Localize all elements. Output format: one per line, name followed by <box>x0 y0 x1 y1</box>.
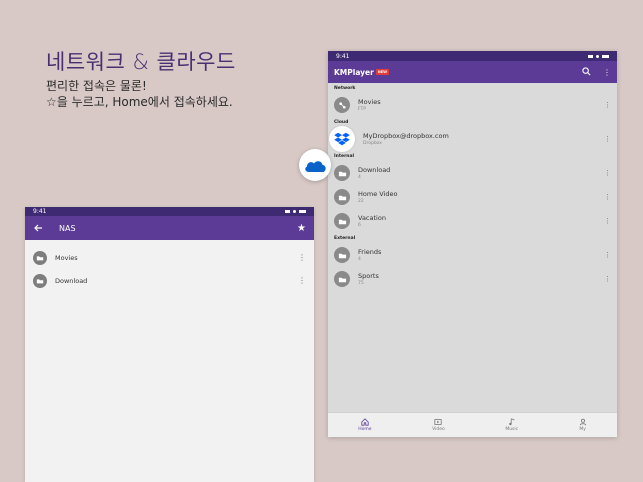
more-options-icon[interactable]: ⋮ <box>604 217 611 225</box>
list-item-title: Movies <box>358 98 381 106</box>
promo-subtitle-line2: ☆을 누르고, Home에서 접속하세요. <box>46 95 233 109</box>
status-icons <box>285 210 306 213</box>
folder-icon <box>33 250 47 265</box>
user-icon <box>579 418 586 426</box>
section-header-external: External <box>334 236 356 241</box>
list-item-title: Home Video <box>358 190 398 198</box>
more-options-icon[interactable]: ⋮ <box>604 251 611 259</box>
signal-icon <box>285 210 290 213</box>
dropbox-icon <box>329 126 355 152</box>
section-header-internal: Internal <box>334 154 355 159</box>
video-icon <box>434 419 443 425</box>
app-toolbar: KMPlayer NEW ⋮ <box>328 61 617 83</box>
back-arrow-icon[interactable] <box>33 223 45 233</box>
star-icon[interactable]: ★ <box>297 223 306 234</box>
list-item[interactable]: Friends 4 ⋮ <box>328 243 617 267</box>
folder-icon <box>334 247 350 263</box>
nav-label: Home <box>358 427 372 432</box>
signal-icon <box>588 54 593 58</box>
nav-tab-my[interactable]: My <box>579 418 587 432</box>
nav-tab-home[interactable]: Home <box>358 418 372 432</box>
list-item-title: Vacation <box>358 214 386 222</box>
list-item[interactable]: Movies FTP ⋮ <box>328 93 617 117</box>
logo-badge: NEW <box>375 69 390 75</box>
wifi-icon <box>293 210 296 213</box>
list-item-subtitle: 22 <box>358 199 364 204</box>
list-item-subtitle: FTP <box>358 107 366 112</box>
list-item-subtitle: 75 <box>358 281 364 286</box>
promo-headline: 네트워크 & 클라우드 <box>46 50 236 74</box>
list-item[interactable]: Movies ⋮ <box>25 246 314 269</box>
list-item-title: MyDropbox@dropbox.com <box>363 132 449 140</box>
nas-folder-list: Movies ⋮ Download ⋮ <box>25 240 314 292</box>
status-time: 9:41 <box>33 208 47 215</box>
more-options-icon[interactable]: ⋮ <box>603 68 611 77</box>
more-options-icon[interactable]: ⋮ <box>604 169 611 177</box>
search-icon[interactable] <box>582 66 591 78</box>
more-options-icon[interactable]: ⋮ <box>604 135 611 143</box>
status-bar: 9:41 <box>328 51 617 61</box>
nav-label: Music <box>505 427 519 432</box>
nas-phone-screen: 9:41 NAS ★ Movies ⋮ Download ⋮ <box>25 207 314 482</box>
more-options-icon[interactable]: ⋮ <box>604 193 611 201</box>
toolbar-actions: ⋮ <box>582 66 611 78</box>
list-item-title: Friends <box>358 248 382 256</box>
list-item-title: Sports <box>358 272 379 280</box>
battery-icon <box>299 210 306 213</box>
home-icon <box>361 418 369 426</box>
folder-icon <box>334 271 350 287</box>
list-item[interactable]: Vacation 6 ⋮ <box>328 209 617 233</box>
list-item-subtitle: 6 <box>358 223 361 228</box>
list-item-subtitle: Dropbox <box>363 141 382 146</box>
onedrive-icon <box>299 149 331 181</box>
section-header-cloud: Cloud <box>334 120 349 125</box>
status-icons <box>588 54 609 58</box>
status-time: 9:41 <box>336 52 350 60</box>
list-item[interactable]: Download 4 ⋮ <box>328 161 617 185</box>
nas-toolbar: NAS ★ <box>25 216 314 240</box>
more-options-icon[interactable]: ⋮ <box>604 275 611 283</box>
folder-icon <box>334 165 350 181</box>
status-bar: 9:41 <box>25 207 314 216</box>
more-options-icon[interactable]: ⋮ <box>298 253 306 262</box>
wifi-icon <box>596 54 599 58</box>
network-share-icon <box>334 97 350 113</box>
list-item-subtitle: 4 <box>358 175 361 180</box>
list-item[interactable]: Home Video 22 ⋮ <box>328 185 617 209</box>
bottom-navigation: Home Video Music My <box>328 412 617 437</box>
nav-tab-video[interactable]: Video <box>432 418 445 432</box>
promo-subtitle: 편리한 접속은 물론! ☆을 누르고, Home에서 접속하세요. <box>46 78 233 110</box>
folder-icon <box>33 273 47 288</box>
page-title: NAS <box>59 223 76 233</box>
list-item[interactable]: Download ⋮ <box>25 269 314 292</box>
kmplayer-tablet-screen: 9:41 KMPlayer NEW ⋮ Network Movies FTP ⋮… <box>328 51 617 437</box>
section-header-network: Network <box>334 86 356 91</box>
music-note-icon <box>508 418 515 426</box>
nav-label: Video <box>432 427 445 432</box>
list-item[interactable]: Sports 75 ⋮ <box>328 267 617 291</box>
nav-tab-music[interactable]: Music <box>505 418 518 432</box>
list-item[interactable]: MyDropbox@dropbox.com Dropbox ⋮ <box>328 126 617 152</box>
logo-text: KMPlayer <box>334 67 374 77</box>
more-options-icon[interactable]: ⋮ <box>298 276 306 285</box>
list-item-label: Movies <box>55 253 78 262</box>
kmplayer-logo: KMPlayer NEW <box>334 67 390 77</box>
more-options-icon[interactable]: ⋮ <box>604 101 611 109</box>
folder-icon <box>334 189 350 205</box>
folder-icon <box>334 213 350 229</box>
list-item-label: Download <box>55 276 88 285</box>
list-item-subtitle: 4 <box>358 257 361 262</box>
promo-subtitle-line1: 편리한 접속은 물론! <box>46 79 147 93</box>
list-item-title: Download <box>358 166 391 174</box>
nav-label: My <box>579 427 586 432</box>
battery-icon <box>602 54 609 58</box>
